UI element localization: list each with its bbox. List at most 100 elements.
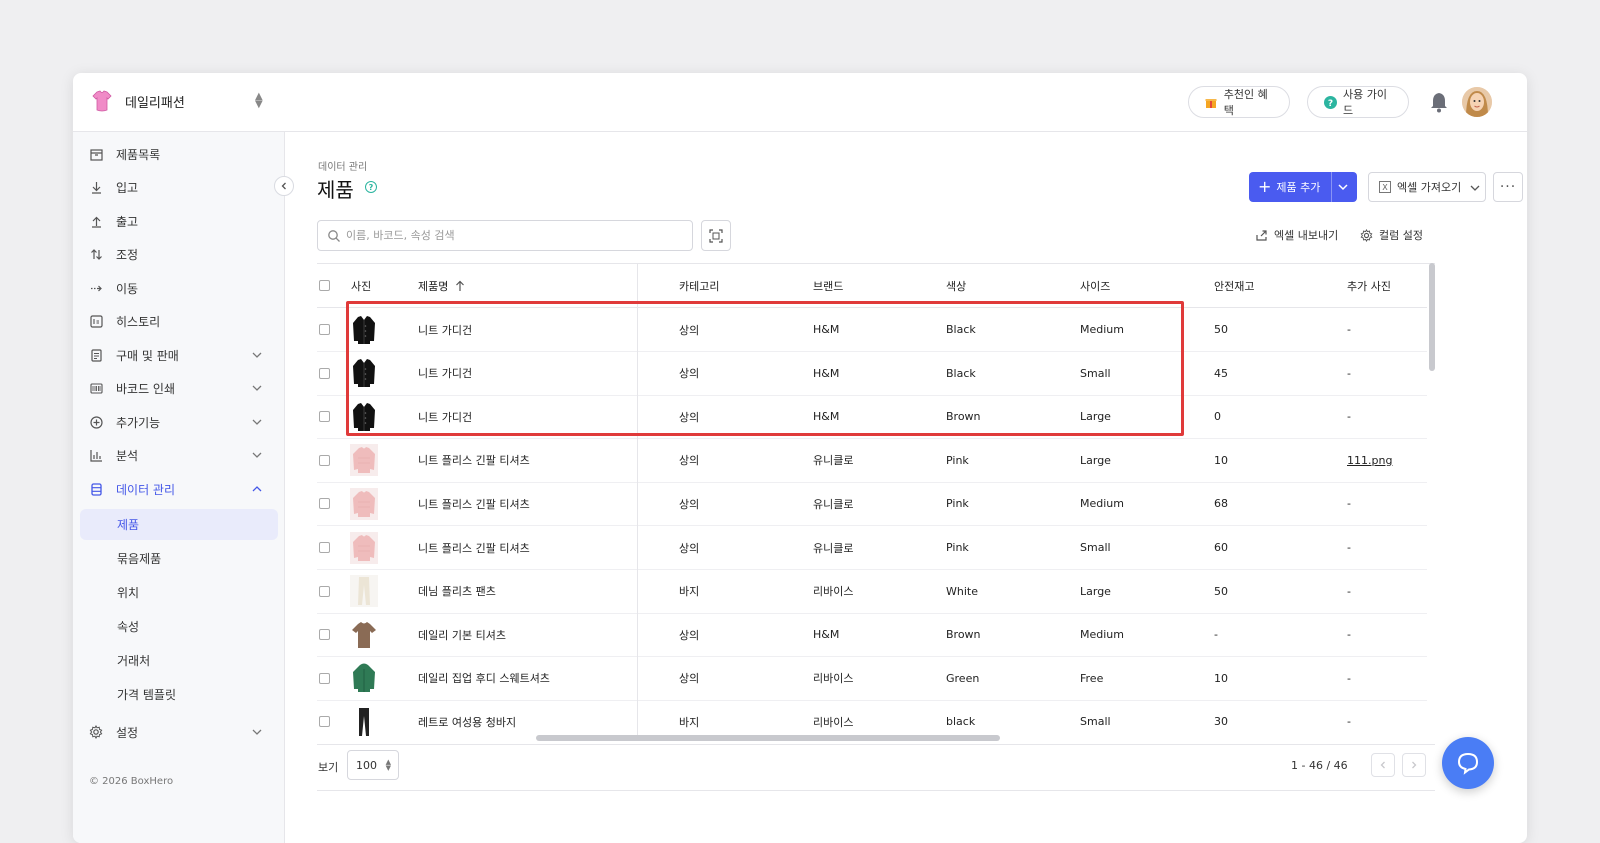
brand-switcher-icon[interactable]: ▲ ▼ <box>255 92 263 110</box>
color-value: Green <box>946 671 980 685</box>
row-checkbox[interactable] <box>319 542 330 553</box>
row-checkbox[interactable] <box>319 454 330 466</box>
table-row[interactable]: 레트로 여성용 청바지 바지 리바이스 black Small 30 - <box>317 700 1427 738</box>
column-header-safety-stock[interactable]: 안전재고 <box>1214 264 1254 307</box>
sidebar-sub-item-locations[interactable]: 위치 <box>80 577 278 608</box>
search-icon <box>328 229 340 242</box>
table-row[interactable]: 니트 플리스 긴팔 티셔츠 상의 유니클로 Pink Medium 68 - <box>317 482 1427 527</box>
brand-value: H&M <box>813 366 840 380</box>
product-thumbnail[interactable] <box>349 613 379 656</box>
import-excel-button[interactable]: X 엑셀 가져오기 <box>1368 172 1486 202</box>
sidebar-item-stock-in[interactable]: 입고 <box>73 170 285 204</box>
product-thumbnail[interactable] <box>349 526 379 569</box>
sidebar-item-products-list[interactable]: 제품목록 <box>73 137 285 171</box>
chevron-down-icon[interactable] <box>1337 181 1349 193</box>
page-size-select[interactable]: 100 ▲ ▼ <box>347 750 399 780</box>
sidebar-item-analytics[interactable]: 분석 <box>73 438 285 472</box>
sidebar-sub-item-products[interactable]: 제품 <box>80 509 278 540</box>
brand[interactable]: 데일리패션 <box>91 89 185 113</box>
table-row[interactable]: 니트 플리스 긴팔 티셔츠 상의 유니클로 Pink Small 60 - <box>317 526 1427 570</box>
main-content: 데이터 관리 제품 ? + 제품 추가 X 엑셀 가져오기 ··· 엑셀 내보내… <box>285 132 1527 843</box>
chevron-down-icon <box>252 352 262 358</box>
column-header-category[interactable]: 카테고리 <box>679 264 719 307</box>
user-guide-button[interactable]: ? 사용 가이드 <box>1307 86 1409 118</box>
table-row[interactable]: 니트 가디건 상의 H&M Black Small 45 - <box>317 352 1427 396</box>
sidebar-item-history[interactable]: 히스토리 <box>73 304 285 338</box>
scan-icon <box>709 228 723 243</box>
column-settings-button[interactable]: 컬럼 설정 <box>1360 227 1423 243</box>
table-row[interactable]: 니트 가디건 상의 H&M Brown Large 0 - <box>317 395 1427 440</box>
divider <box>317 744 1435 745</box>
bell-icon[interactable] <box>1428 90 1450 114</box>
product-thumbnail[interactable] <box>349 700 379 738</box>
chart-icon <box>89 448 103 462</box>
column-header-photo[interactable]: 사진 <box>351 264 371 307</box>
category-value: 상의 <box>679 672 700 686</box>
search-box[interactable] <box>317 220 693 251</box>
sidebar-item-move[interactable]: 이동 <box>73 271 285 305</box>
row-checkbox[interactable] <box>319 716 330 728</box>
row-checkbox[interactable] <box>319 672 330 684</box>
next-page-button[interactable] <box>1402 753 1426 777</box>
prev-page-button[interactable] <box>1371 753 1395 777</box>
checkbox[interactable] <box>319 280 330 291</box>
table-row[interactable]: 니트 가디건 상의 H&M Black Medium 50 - <box>317 308 1427 352</box>
export-excel-button[interactable]: 엑셀 내보내기 <box>1255 227 1338 243</box>
select-all-checkbox[interactable] <box>319 264 330 307</box>
product-image <box>349 400 379 434</box>
more-options-button[interactable]: ··· <box>1493 172 1523 202</box>
chat-support-button[interactable] <box>1442 737 1494 789</box>
horizontal-scrollbar[interactable] <box>536 735 1000 741</box>
product-thumbnail[interactable] <box>349 439 379 482</box>
column-header-extra-photo[interactable]: 추가 사진 <box>1347 264 1391 307</box>
product-thumbnail[interactable] <box>349 482 379 525</box>
table-row[interactable]: 데일리 기본 티셔츠 상의 H&M Brown Medium - - <box>317 613 1427 658</box>
sidebar-item-settings[interactable]: 설정 <box>73 715 285 749</box>
product-thumbnail[interactable] <box>349 308 379 351</box>
row-checkbox[interactable] <box>319 411 330 423</box>
vertical-scrollbar[interactable] <box>1429 263 1435 371</box>
extra-photo-link[interactable]: 111.png <box>1347 454 1392 467</box>
sidebar-sub-item-bundles[interactable]: 묶음제품 <box>80 543 278 574</box>
product-thumbnail[interactable] <box>349 352 379 395</box>
sidebar-sub-item-price-templates[interactable]: 가격 템플릿 <box>80 679 278 710</box>
row-checkbox[interactable] <box>319 324 330 335</box>
chevron-down-icon <box>252 452 262 458</box>
sidebar-item-add-ons[interactable]: 추가기능 <box>73 405 285 439</box>
column-header-size[interactable]: 사이즈 <box>1080 264 1110 307</box>
sidebar-sub-item-attributes[interactable]: 속성 <box>80 611 278 642</box>
row-checkbox[interactable] <box>319 498 330 510</box>
sidebar-item-stock-out[interactable]: 출고 <box>73 204 285 238</box>
row-checkbox[interactable] <box>319 367 330 379</box>
add-product-button[interactable]: + 제품 추가 <box>1249 172 1357 202</box>
sidebar: 제품목록 입고 출고 조정 이동 히스토리 구매 및 판매 바코드 인쇄 추가기… <box>73 132 285 843</box>
avatar[interactable] <box>1462 87 1492 117</box>
product-thumbnail[interactable] <box>349 395 379 438</box>
column-header-color[interactable]: 색상 <box>946 264 966 307</box>
brand-value: H&M <box>813 410 840 424</box>
product-thumbnail[interactable] <box>349 657 379 700</box>
sidebar-sub-item-partners[interactable]: 거래처 <box>80 645 278 676</box>
help-icon[interactable]: ? <box>365 181 377 193</box>
sidebar-item-barcode-print[interactable]: 바코드 인쇄 <box>73 371 285 405</box>
safety-stock-value: - <box>1214 628 1218 642</box>
sidebar-item-adjust[interactable]: 조정 <box>73 237 285 271</box>
sidebar-item-purchase-sales[interactable]: 구매 및 판매 <box>73 338 285 372</box>
sidebar-item-data-management[interactable]: 데이터 관리 <box>73 472 285 506</box>
table-row[interactable]: 니트 플리스 긴팔 티셔츠 상의 유니클로 Pink Large 10 111.png <box>317 439 1427 483</box>
product-thumbnail[interactable] <box>349 570 379 613</box>
sidebar-sub-item-label: 가격 템플릿 <box>117 688 177 702</box>
brand-name: 데일리패션 <box>125 95 185 111</box>
row-checkbox[interactable] <box>319 585 330 597</box>
search-input[interactable] <box>346 229 666 242</box>
table-row[interactable]: 데님 플리츠 팬츠 바지 리바이스 White Large 50 - <box>317 570 1427 614</box>
product-image <box>349 487 379 521</box>
sidebar-collapse-button[interactable] <box>274 176 294 196</box>
breadcrumb[interactable]: 데이터 관리 <box>318 158 367 173</box>
table-row[interactable]: 데일리 집업 후디 스웨트셔츠 상의 리바이스 Green Free 10 - <box>317 657 1427 701</box>
row-checkbox[interactable] <box>319 629 330 641</box>
referral-button[interactable]: 추천인 혜택 <box>1188 86 1290 118</box>
column-header-name[interactable]: 제품명 <box>418 264 466 307</box>
barcode-scan-button[interactable] <box>701 220 731 251</box>
column-header-brand[interactable]: 브랜드 <box>813 264 843 307</box>
